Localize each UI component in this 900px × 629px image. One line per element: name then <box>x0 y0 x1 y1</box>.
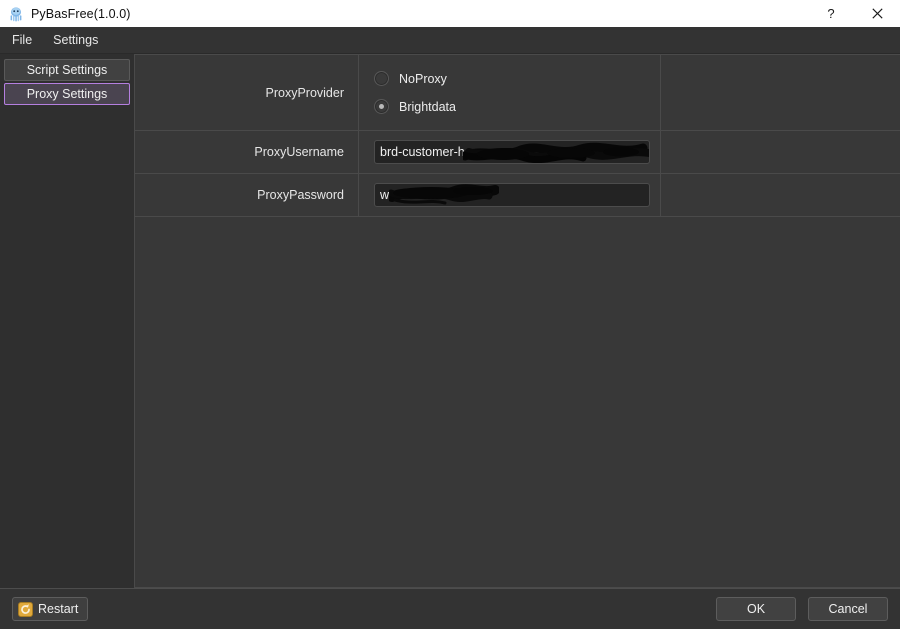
body-region: Script Settings Proxy Settings ProxyProv… <box>0 54 900 588</box>
value-proxy-provider: NoProxy Brightdata <box>359 55 661 130</box>
bottom-bar: Restart OK Cancel <box>0 588 900 629</box>
close-button[interactable] <box>854 0 900 27</box>
sidebar-item-proxy-settings[interactable]: Proxy Settings <box>4 83 130 105</box>
ok-button[interactable]: OK <box>716 597 796 621</box>
radio-brightdata-icon <box>374 99 389 114</box>
app-window: PyBasFree(1.0.0) ? File Settings Script … <box>0 0 900 629</box>
radio-brightdata-label: Brightdata <box>399 99 456 114</box>
sidebar: Script Settings Proxy Settings <box>0 54 134 588</box>
label-proxy-username: ProxyUsername <box>135 131 359 173</box>
restart-button[interactable]: Restart <box>12 597 89 621</box>
radio-noproxy-icon <box>374 71 389 86</box>
extra-cell-proxy-provider <box>661 55 900 130</box>
help-button[interactable]: ? <box>808 0 854 27</box>
form-empty-space <box>135 217 900 587</box>
menu-bar: File Settings <box>0 27 900 54</box>
proxy-username-input[interactable]: brd-customer-h <box>374 140 650 164</box>
proxy-username-redaction <box>463 141 649 163</box>
window-title: PyBasFree(1.0.0) <box>31 6 131 21</box>
form-row-proxy-username: ProxyUsername brd-customer-h <box>135 131 900 174</box>
proxy-password-redaction <box>389 184 499 206</box>
radio-option-noproxy[interactable]: NoProxy <box>374 67 660 91</box>
refresh-icon <box>18 601 33 617</box>
menu-item-file[interactable]: File <box>3 30 41 50</box>
sidebar-item-script-settings[interactable]: Script Settings <box>4 59 130 81</box>
dialog-buttons: OK Cancel <box>716 597 888 621</box>
radio-noproxy-label: NoProxy <box>399 71 447 86</box>
octopus-icon <box>10 6 22 21</box>
extra-cell-proxy-password <box>661 174 900 216</box>
form-row-proxy-provider: ProxyProvider NoProxy Brightdata <box>135 55 900 131</box>
settings-form: ProxyProvider NoProxy Brightdata ProxyUs… <box>134 54 900 588</box>
cancel-button[interactable]: Cancel <box>808 597 888 621</box>
menu-item-settings[interactable]: Settings <box>44 30 107 50</box>
proxy-password-value: w <box>380 188 390 202</box>
label-proxy-provider: ProxyProvider <box>135 55 359 130</box>
extra-cell-proxy-username <box>661 131 900 173</box>
restart-button-label: Restart <box>38 602 79 616</box>
label-proxy-password: ProxyPassword <box>135 174 359 216</box>
proxy-username-value: brd-customer-h <box>380 145 465 159</box>
close-icon <box>871 8 883 19</box>
title-bar: PyBasFree(1.0.0) ? <box>0 0 900 27</box>
value-proxy-username: brd-customer-h <box>359 131 661 173</box>
proxy-password-input[interactable]: w <box>374 183 650 207</box>
form-row-proxy-password: ProxyPassword w <box>135 174 900 217</box>
window-controls: ? <box>808 0 900 27</box>
radio-option-brightdata[interactable]: Brightdata <box>374 95 660 119</box>
value-proxy-password: w <box>359 174 661 216</box>
